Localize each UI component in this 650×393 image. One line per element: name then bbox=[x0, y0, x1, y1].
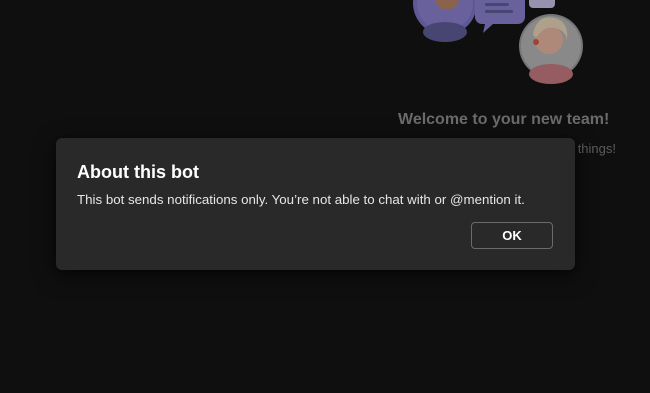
app-window: Welcome to your new team! things! About … bbox=[0, 0, 650, 393]
dialog-title: About this bot bbox=[77, 162, 199, 182]
about-bot-dialog: About this bot This bot sends notificati… bbox=[56, 138, 575, 270]
dialog-message: This bot sends notifications only. You’r… bbox=[77, 192, 525, 207]
ok-button[interactable]: OK bbox=[471, 222, 553, 249]
